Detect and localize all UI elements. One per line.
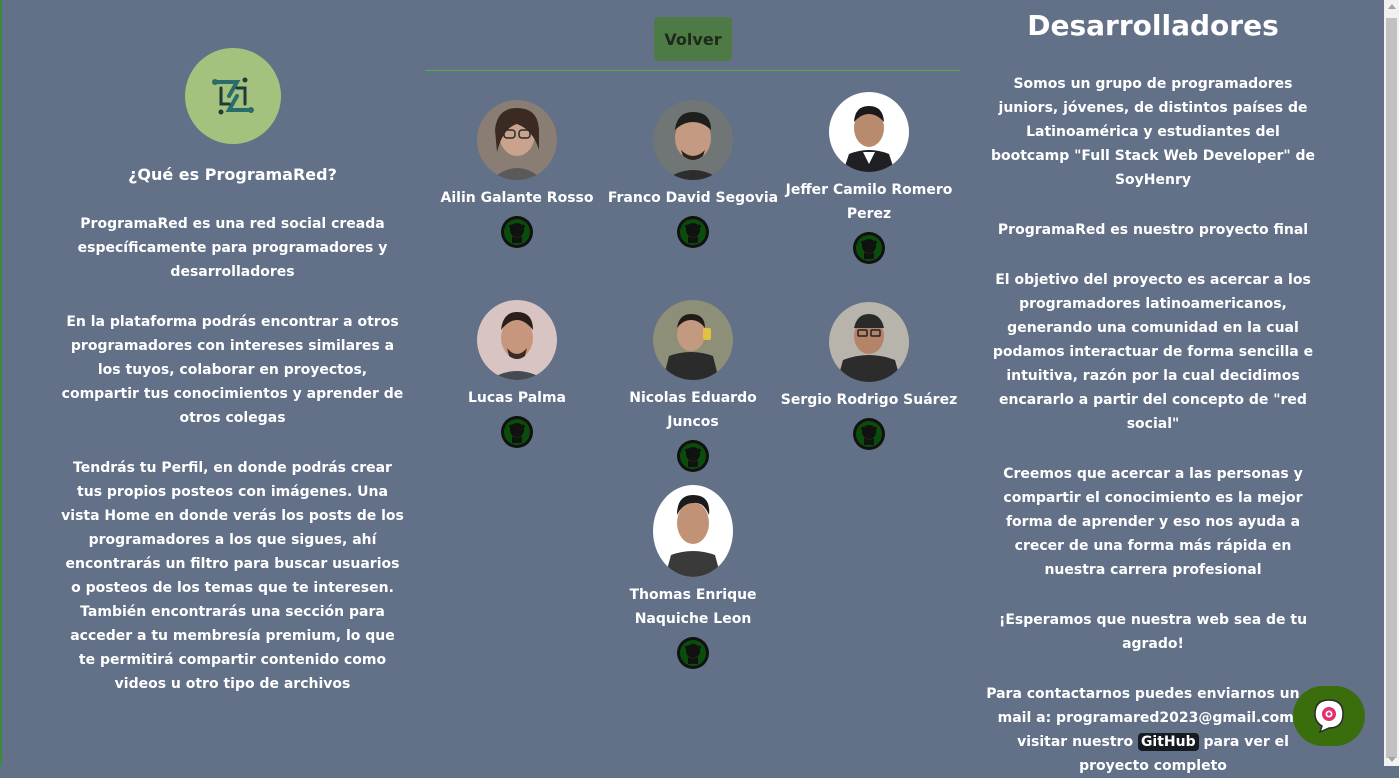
github-icon[interactable] xyxy=(677,440,709,472)
developers-info-section: Desarrolladores Somos un grupo de progra… xyxy=(985,8,1321,778)
about-paragraph-1: ProgramaRed es una red social creada esp… xyxy=(77,216,388,280)
scrollbar[interactable] xyxy=(1384,0,1399,766)
developer-name: Nicolas Eduardo Juncos xyxy=(629,390,757,430)
about-title: ¿Qué es ProgramaRed? xyxy=(128,165,337,184)
info-paragraph-4: Creemos que acercar a las personas y com… xyxy=(1003,466,1303,578)
developer-card: Lucas Palma xyxy=(427,300,607,448)
developer-name: Jeffer Camilo Romero Perez xyxy=(785,182,953,222)
developer-avatar xyxy=(829,92,909,172)
developer-card: Nicolas Eduardo Juncos xyxy=(603,300,783,472)
developer-name: Ailin Galante Rosso xyxy=(440,190,594,206)
developer-avatar xyxy=(477,300,557,380)
contact-paragraph: Para contactarnos puedes enviarnos un e-… xyxy=(985,682,1321,778)
developer-avatar xyxy=(653,300,733,380)
chat-bubble-icon xyxy=(1314,699,1344,734)
scroll-thumb[interactable] xyxy=(1386,18,1397,758)
developer-avatar xyxy=(477,100,557,180)
github-icon[interactable] xyxy=(853,232,885,264)
info-paragraph-3: El objetivo del proyecto es acercar a lo… xyxy=(992,272,1314,432)
left-edge-line xyxy=(0,0,2,766)
github-icon[interactable] xyxy=(501,216,533,248)
github-link[interactable]: GitHub xyxy=(1137,733,1199,751)
developer-card: Franco David Segovia xyxy=(603,100,783,248)
about-section: ¿Qué es ProgramaRed? ProgramaRed es una … xyxy=(60,48,405,696)
chat-button[interactable] xyxy=(1293,686,1365,746)
about-paragraph-3: Tendrás tu Perfil, en donde podrás crear… xyxy=(61,460,404,692)
info-paragraph-2: ProgramaRed es nuestro proyecto final xyxy=(997,222,1309,238)
github-icon[interactable] xyxy=(677,216,709,248)
developers-title: Desarrolladores xyxy=(1027,9,1279,42)
about-paragraph-2: En la plataforma podrás encontrar a otro… xyxy=(61,314,404,426)
developer-name: Sergio Rodrigo Suárez xyxy=(780,392,958,408)
back-button[interactable]: Volver xyxy=(654,17,732,61)
divider-line xyxy=(425,70,960,71)
developer-avatar xyxy=(653,485,733,577)
programared-logo xyxy=(184,48,281,144)
info-paragraph-1: Somos un grupo de programadores juniors,… xyxy=(990,76,1316,188)
developer-name: Franco David Segovia xyxy=(607,190,779,206)
scroll-up-arrow-icon[interactable] xyxy=(1388,4,1396,9)
developer-avatar xyxy=(653,100,733,180)
developer-avatar xyxy=(829,302,909,382)
developer-card: Sergio Rodrigo Suárez xyxy=(779,302,959,450)
developer-name: Lucas Palma xyxy=(467,390,566,406)
developer-card: Jeffer Camilo Romero Perez xyxy=(779,92,959,264)
github-icon[interactable] xyxy=(501,416,533,448)
developer-card: Thomas Enrique Naquiche Leon xyxy=(603,485,783,669)
developer-name: Thomas Enrique Naquiche Leon xyxy=(629,587,757,627)
github-icon[interactable] xyxy=(677,637,709,669)
network-logo-icon xyxy=(211,77,254,115)
scroll-down-arrow-icon[interactable] xyxy=(1388,757,1396,762)
info-paragraph-5: ¡Esperamos que nuestra web sea de tu agr… xyxy=(998,612,1308,652)
github-icon[interactable] xyxy=(853,418,885,450)
developer-card: Ailin Galante Rosso xyxy=(427,100,607,248)
